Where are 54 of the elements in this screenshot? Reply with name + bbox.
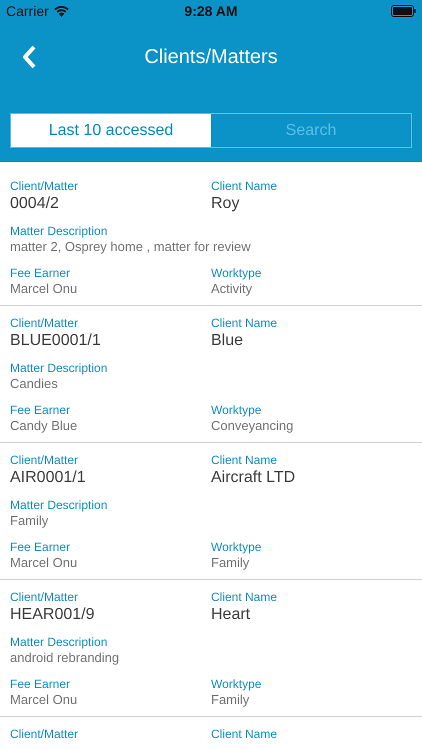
description-value: Candies: [10, 376, 58, 392]
field-label: Worktype: [211, 677, 262, 692]
field-label: Matter Description: [10, 361, 108, 376]
description-value: matter 2, Osprey home , matter for review: [10, 239, 251, 255]
segment-tab[interactable]: Last 10 accessed: [11, 114, 211, 147]
field-label: Client Name: [211, 179, 278, 194]
wifi-icon: [54, 6, 69, 16]
field-label: Fee Earner: [10, 677, 70, 692]
field-label: Matter Description: [10, 224, 108, 239]
field-label: Client/Matter: [10, 453, 78, 468]
client-name-value: Roy: [211, 194, 240, 214]
field-label: Worktype: [211, 540, 262, 555]
chevron-left-icon: [22, 45, 36, 69]
worktype-value: Activity: [211, 281, 252, 297]
client-matter-value: BLUE0001/1: [10, 331, 101, 351]
field-label: Client Name: [211, 590, 278, 605]
field-label: Client/Matter: [10, 316, 78, 331]
description-value: Family: [10, 513, 48, 529]
client-matter-value: 0004/2: [10, 194, 59, 214]
field-label: Matter Description: [10, 498, 108, 513]
field-label: Fee Earner: [10, 540, 70, 555]
client-matter-value: AIR0001/1: [10, 468, 86, 488]
field-label: Client Name: [211, 316, 278, 331]
field-label: Client Name: [211, 453, 278, 468]
matter-row[interactable]: Client/Matter BLUE0001/1 Client Name Blue Matter Description Candies Fee Earner Candy Blue Worktype Conveyancing: [0, 306, 422, 443]
fee-earner-value: Candy Blue: [10, 418, 78, 434]
client-name-value: Heart: [211, 605, 250, 625]
client-name-value: Blue: [211, 331, 244, 351]
field-label: Fee Earner: [10, 403, 70, 418]
fee-earner-value: Marcel Onu: [10, 555, 78, 571]
worktype-value: Family: [211, 555, 250, 571]
screen-title: Clients/Matters: [144, 46, 278, 68]
fee-earner-value: Marcel Onu: [10, 692, 78, 708]
field-label: Matter Description: [10, 635, 108, 650]
field-label: Worktype: [211, 266, 262, 281]
fee-earner-value: Marcel Onu: [10, 281, 78, 297]
field-label: Client Name: [211, 727, 278, 742]
matter-row[interactable]: Client/Matter AIR0001/1 Client Name Aircraft LTD Matter Description Family Fee Earner Marcel Onu Worktype Family: [0, 443, 422, 580]
worktype-value: Conveyancing: [211, 418, 294, 434]
field-label: Worktype: [211, 403, 262, 418]
matter-row[interactable]: Client/Matter 0004/2 Client Name Roy Matter Description matter 2, Osprey home , matter for review Fee Earner Marcel Onu Worktype Activity: [0, 169, 422, 306]
battery-icon: [391, 5, 416, 17]
worktype-value: Family: [211, 692, 250, 708]
status-time: 9:28 AM: [184, 3, 238, 19]
field-label: Client/Matter: [10, 590, 78, 605]
matter-row[interactable]: Client/Matter HEAR001/9 Client Name Heart Matter Description android rebranding Fee Earner Marcel Onu Worktype Family: [0, 580, 422, 717]
client-name-value: Aircraft LTD: [211, 468, 296, 488]
description-value: android rebranding: [10, 650, 120, 666]
client-matter-value: HEAR001/9: [10, 605, 94, 625]
field-label: Fee Earner: [10, 266, 70, 281]
carrier-name: Carrier: [6, 3, 49, 19]
field-label: Client/Matter: [10, 179, 78, 194]
matter-row[interactable]: Client/Matter Client Name: [0, 717, 422, 750]
field-label: Client/Matter: [10, 727, 78, 742]
